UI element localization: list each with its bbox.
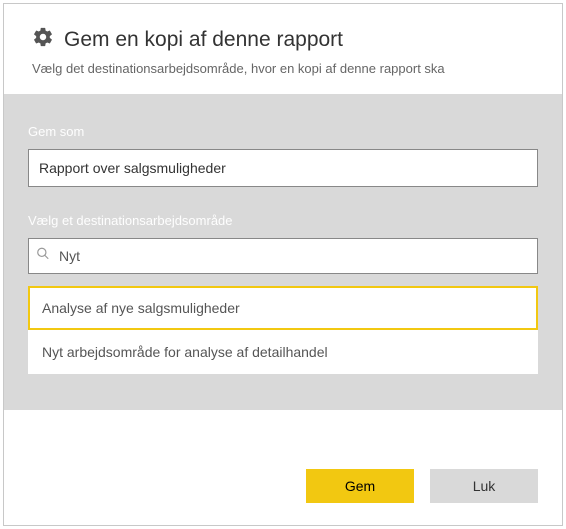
dialog-subtitle: Vælg det destinationsarbejdsområde, hvor… <box>32 61 534 76</box>
workspace-option[interactable]: Analyse af nye salgsmuligheder <box>28 286 538 330</box>
save-button[interactable]: Gem <box>306 469 414 503</box>
gear-icon <box>32 26 54 53</box>
workspace-options-list: Analyse af nye salgsmuligheder Nyt arbej… <box>28 286 538 374</box>
workspace-option[interactable]: Nyt arbejdsområde for analyse af detailh… <box>28 330 538 374</box>
close-button[interactable]: Luk <box>430 469 538 503</box>
workspace-search-input[interactable] <box>28 238 538 274</box>
dialog-title: Gem en kopi af denne rapport <box>64 28 343 52</box>
dialog-body: Gem som Vælg et destinationsarbejdsområd… <box>4 94 562 410</box>
save-as-label: Gem som <box>28 124 538 139</box>
save-copy-dialog: Gem en kopi af denne rapport Vælg det de… <box>3 3 563 526</box>
dialog-footer: Gem Luk <box>4 451 562 525</box>
dialog-header: Gem en kopi af denne rapport Vælg det de… <box>4 4 562 94</box>
report-name-input[interactable] <box>28 149 538 187</box>
workspace-label: Vælg et destinationsarbejdsområde <box>28 213 538 228</box>
